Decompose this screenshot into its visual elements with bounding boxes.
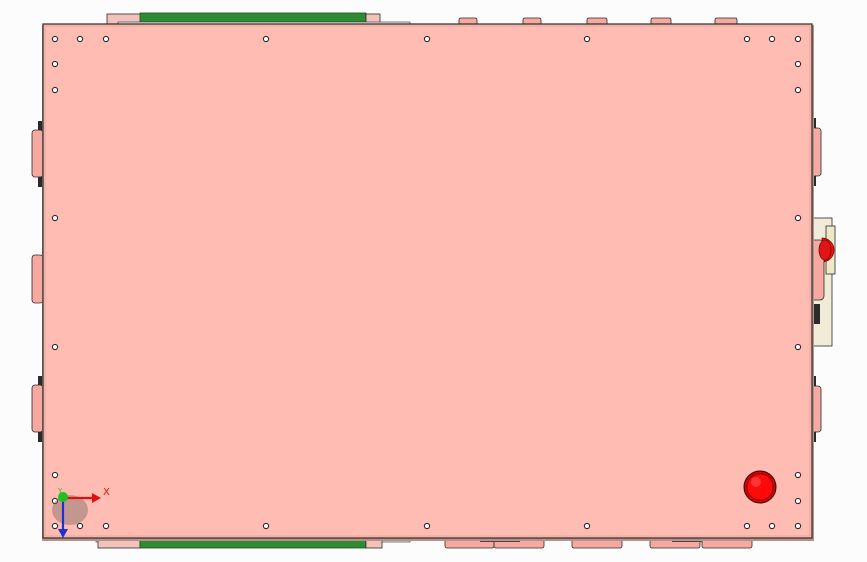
x-axis-label: X xyxy=(103,487,110,498)
screw-hole xyxy=(743,522,751,530)
screw-hole xyxy=(794,60,802,68)
screw-hole xyxy=(102,522,110,530)
screw-hole xyxy=(76,522,84,530)
knob-face xyxy=(746,473,774,501)
screw-hole xyxy=(262,35,270,43)
screw-hole xyxy=(794,522,802,530)
top-rail xyxy=(106,12,411,26)
bottom-rail-bracket xyxy=(97,539,141,549)
gland-shadow xyxy=(814,304,820,324)
screw-hole xyxy=(794,214,802,222)
y-axis-label: Y xyxy=(58,487,63,495)
top-clip xyxy=(458,17,478,24)
screw-hole xyxy=(583,35,591,43)
top-clip xyxy=(522,17,542,24)
screw-hole xyxy=(51,214,59,222)
screw-hole xyxy=(583,522,591,530)
left-clip xyxy=(31,129,44,178)
screw-hole xyxy=(794,497,802,505)
top-clip xyxy=(650,17,672,24)
top-clip xyxy=(714,17,738,24)
screw-hole xyxy=(262,522,270,530)
triad-shadow xyxy=(52,495,88,525)
screw-hole xyxy=(768,35,776,43)
screw-hole xyxy=(102,35,110,43)
screw-hole xyxy=(423,522,431,530)
screw-hole xyxy=(423,35,431,43)
gland-red-cap xyxy=(818,239,832,261)
screw-hole xyxy=(51,86,59,94)
screw-hole xyxy=(768,522,776,530)
knob-highlight xyxy=(751,477,761,487)
screw-hole xyxy=(51,60,59,68)
screw-hole xyxy=(51,522,59,530)
screw-hole xyxy=(51,343,59,351)
top-clip xyxy=(586,17,608,24)
enclosure-top-view xyxy=(31,12,836,549)
screw-hole xyxy=(794,343,802,351)
screw-hole xyxy=(51,471,59,479)
cad-viewport[interactable]: X Y xyxy=(0,0,867,562)
left-clip xyxy=(31,384,44,433)
screw-hole xyxy=(794,35,802,43)
screw-hole xyxy=(794,86,802,94)
top-clips xyxy=(458,17,738,24)
screw-hole xyxy=(51,35,59,43)
enclosure-panel[interactable] xyxy=(42,23,813,539)
left-clip xyxy=(31,254,44,304)
screw-hole xyxy=(794,471,802,479)
screw-hole xyxy=(76,35,84,43)
bottom-rail-bracket xyxy=(365,539,383,549)
left-clips xyxy=(31,121,44,442)
screw-hole xyxy=(743,35,751,43)
emergency-stop-knob[interactable] xyxy=(743,470,777,504)
